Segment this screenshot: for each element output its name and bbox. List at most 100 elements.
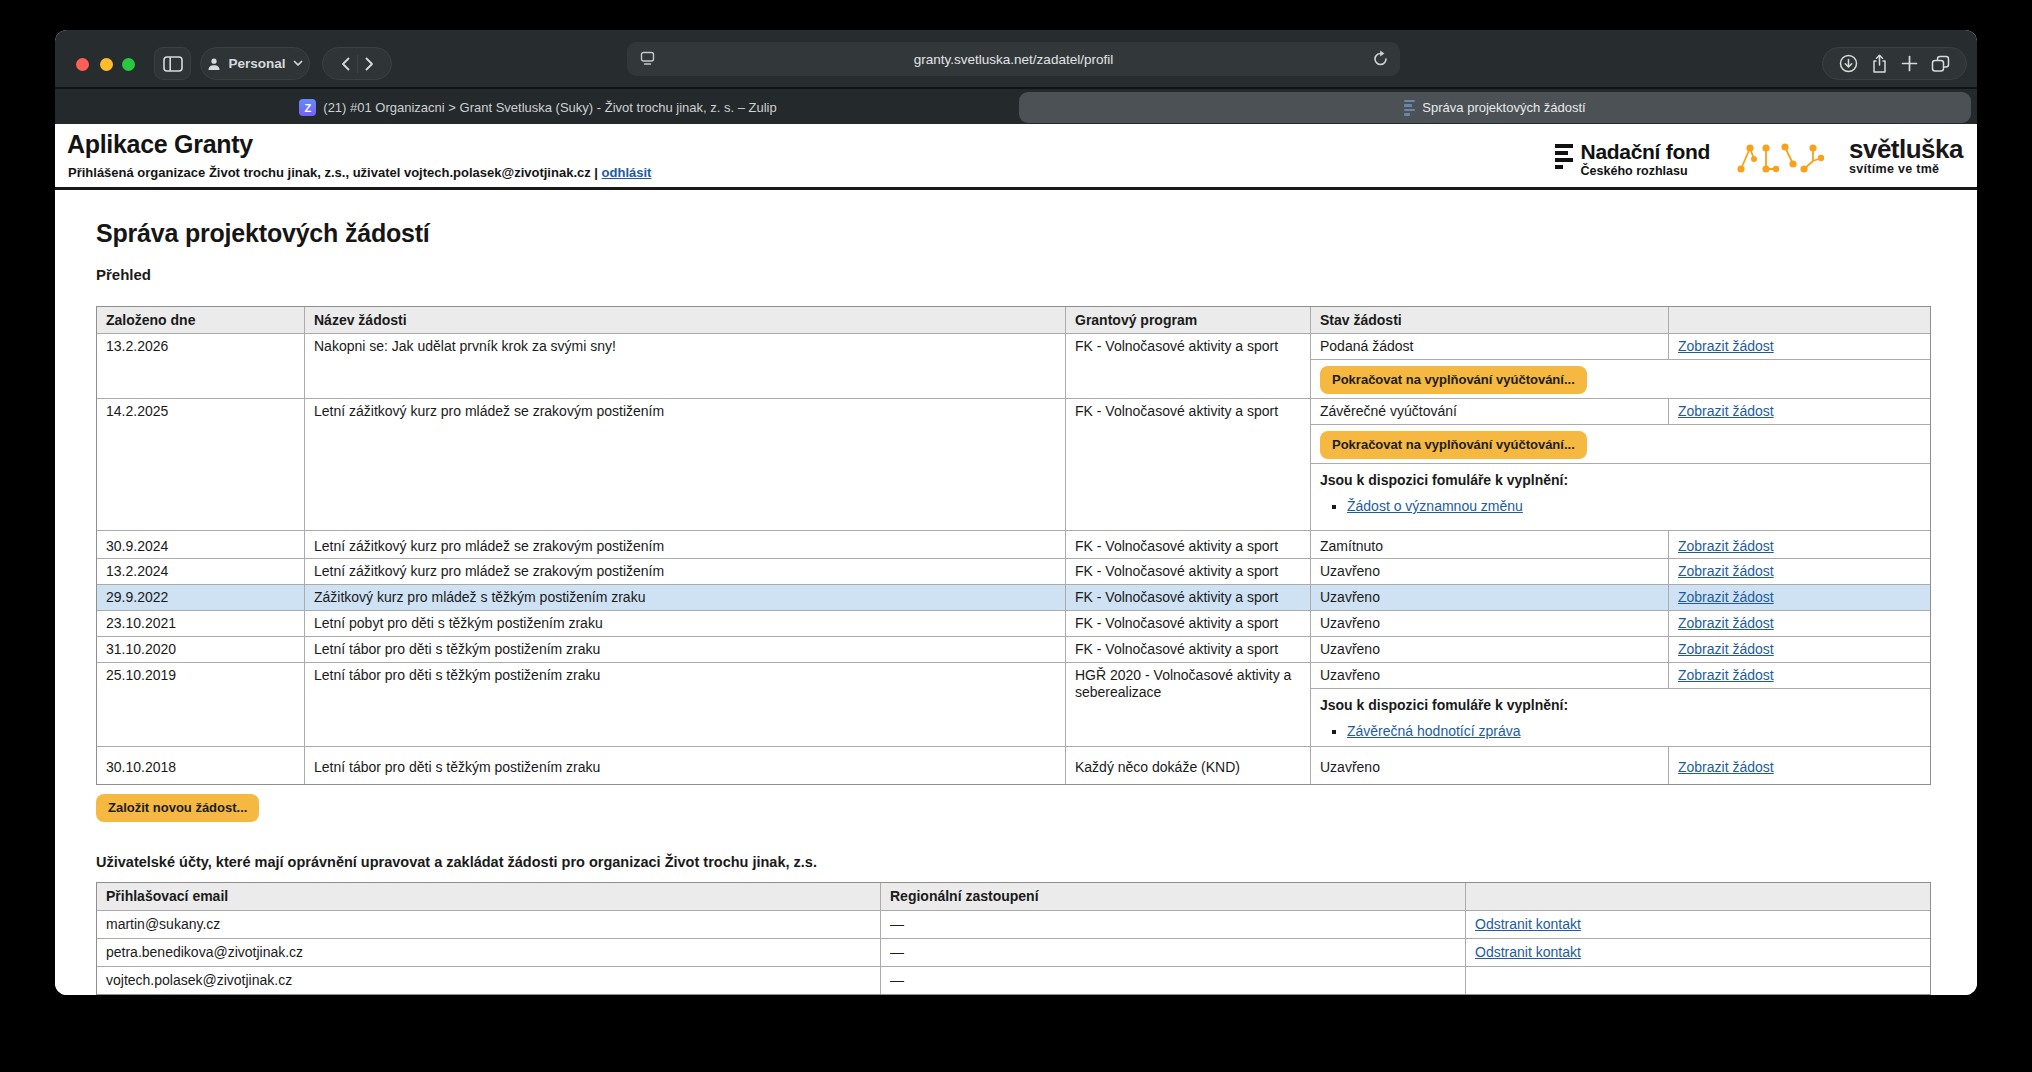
col-email: Přihlašovací email — [97, 883, 881, 910]
applications-table: Založeno dne Název žádosti Grantový prog… — [96, 306, 1931, 785]
accounts-heading: Uživatelské účty, které mají oprávnění u… — [96, 854, 1932, 870]
forms-available-label: Jsou k dispozici fomuláře k vyplnění: — [1320, 471, 1921, 489]
address-bar[interactable]: granty.svetluska.net/zadatel/profil — [627, 42, 1400, 76]
toolbar-right-buttons — [1822, 47, 1967, 80]
site-header: Aplikace Granty Přihlášená organizace Ži… — [55, 124, 1977, 190]
logout-link[interactable]: odhlásit — [602, 165, 652, 180]
page-settings-icon[interactable] — [640, 51, 655, 66]
new-application-button[interactable]: Založit novou žádost... — [96, 794, 259, 822]
share-icon[interactable] — [1871, 54, 1888, 74]
continue-billing-button[interactable]: Pokračovat na vyplňování vyúčtování... — [1320, 366, 1587, 394]
application-status: Uzavřeno — [1311, 585, 1669, 610]
col-region: Regionální zastoupení — [881, 883, 1466, 910]
view-application-link[interactable]: Zobrazit žádost — [1678, 538, 1774, 554]
view-application-link[interactable]: Zobrazit žádost — [1678, 759, 1774, 775]
application-name: Letní tábor pro děti s těžkým postižením… — [305, 747, 1066, 784]
view-application-link[interactable]: Zobrazit žádost — [1678, 615, 1774, 631]
form-link[interactable]: Žádost o významnou změnu — [1347, 498, 1523, 514]
account-region: — — [881, 939, 1466, 966]
account-actions-empty — [1466, 967, 1930, 994]
zoom-window-button[interactable] — [122, 58, 135, 71]
application-name: Letní zážitkový kurz pro mládež se zrako… — [305, 531, 1066, 558]
person-icon — [207, 57, 221, 71]
tab-bar: Z (21) #01 Organizacni > Grant Svetluska… — [55, 87, 1977, 124]
tab-overview-icon[interactable] — [1931, 55, 1950, 73]
application-name: Letní zážitkový kurz pro mládež se zrako… — [305, 559, 1066, 584]
account-email: petra.benedikova@zivotjinak.cz — [97, 939, 881, 966]
page-content: Aplikace Granty Přihlášená organizace Ži… — [55, 124, 1977, 995]
view-application-link[interactable]: Zobrazit žádost — [1678, 667, 1774, 683]
reload-icon[interactable] — [1372, 50, 1389, 68]
zulip-favicon: Z — [299, 99, 316, 116]
downloads-icon[interactable] — [1839, 54, 1858, 73]
col-name: Název žádosti — [305, 307, 1066, 333]
account-row: petra.benedikova@zivotjinak.cz — Odstran… — [97, 938, 1930, 966]
continue-billing-button[interactable]: Pokračovat na vyplňování vyúčtování... — [1320, 431, 1587, 459]
nadacni-fond-logo: Nadační fond Českého rozhlasu — [1555, 142, 1710, 178]
view-application-link[interactable]: Zobrazit žádost — [1678, 338, 1774, 354]
nf-title: Nadační fond — [1581, 142, 1710, 162]
application-name: Letní zážitkový kurz pro mládež se zrako… — [305, 399, 1066, 530]
sidebar-toggle-button[interactable] — [154, 47, 191, 80]
remove-contact-link[interactable]: Odstranit kontakt — [1475, 944, 1581, 960]
applications-table-header: Založeno dne Název žádosti Grantový prog… — [97, 307, 1930, 333]
col-actions — [1669, 307, 1930, 333]
header-logos: Nadační fond Českého rozhlasu — [1555, 137, 1963, 178]
browser-window: Personal granty.svetluska. — [55, 30, 1977, 995]
application-status: Uzavřeno — [1311, 747, 1669, 784]
profile-switcher[interactable]: Personal — [200, 47, 310, 80]
application-status: Uzavřeno — [1311, 637, 1669, 662]
view-application-link[interactable]: Zobrazit žádost — [1678, 589, 1774, 605]
tab-grants-app[interactable]: Správa projektových žádostí — [1019, 92, 1971, 123]
application-row: 13.2.2024 Letní zážitkový kurz pro mláde… — [97, 558, 1930, 584]
profile-label: Personal — [228, 56, 285, 71]
account-row: martin@sukany.cz — Odstranit kontakt — [97, 910, 1930, 938]
close-window-button[interactable] — [76, 58, 89, 71]
application-program: FK - Volnočasové aktivity a sport — [1066, 637, 1311, 662]
tab-zulip[interactable]: Z (21) #01 Organizacni > Grant Svetluska… — [59, 92, 1017, 123]
application-date: 23.10.2021 — [97, 611, 305, 636]
forward-icon[interactable] — [365, 57, 374, 71]
minimize-window-button[interactable] — [100, 58, 113, 71]
application-date: 13.2.2026 — [97, 334, 305, 398]
desktop-background: Personal granty.svetluska. — [0, 0, 2032, 1072]
application-date: 29.9.2022 — [97, 585, 305, 610]
url-text: granty.svetluska.net/zadatel/profil — [627, 52, 1400, 67]
application-status: Uzavřeno — [1311, 611, 1669, 636]
forms-available-label: Jsou k dispozici fomuláře k vyplnění: — [1320, 696, 1921, 714]
application-date: 30.9.2024 — [97, 531, 305, 558]
application-program: FK - Volnočasové aktivity a sport — [1066, 531, 1311, 558]
grants-favicon — [1404, 100, 1415, 116]
remove-contact-link[interactable]: Odstranit kontakt — [1475, 916, 1581, 932]
col-status: Stav žádosti — [1311, 307, 1669, 333]
application-program: FK - Volnočasové aktivity a sport — [1066, 399, 1311, 530]
nf-subtitle: Českého rozhlasu — [1581, 164, 1710, 178]
application-row-selected: 29.9.2022 Zážitkový kurz pro mládež s tě… — [97, 584, 1930, 610]
accounts-table-header: Přihlašovací email Regionální zastoupení — [97, 883, 1930, 910]
sidebar-icon — [163, 56, 183, 72]
view-application-link[interactable]: Zobrazit žádost — [1678, 403, 1774, 419]
sv-subtitle: svítíme ve tmě — [1849, 162, 1963, 176]
application-status: Závěrečné vyúčtování — [1311, 399, 1669, 424]
application-status: Uzavřeno — [1311, 663, 1669, 688]
view-application-link[interactable]: Zobrazit žádost — [1678, 641, 1774, 657]
svetluska-dots-icon — [1736, 139, 1832, 177]
application-program: FK - Volnočasové aktivity a sport — [1066, 611, 1311, 636]
overview-label: Přehled — [96, 266, 1932, 283]
application-row: 13.2.2026 Nakopni se: Jak udělat prvník … — [97, 333, 1930, 398]
new-tab-icon[interactable] — [1901, 55, 1918, 72]
application-date: 31.10.2020 — [97, 637, 305, 662]
application-date: 14.2.2025 — [97, 399, 305, 530]
application-status: Zamítnuto — [1311, 531, 1669, 558]
view-application-link[interactable]: Zobrazit žádost — [1678, 563, 1774, 579]
back-icon[interactable] — [341, 57, 350, 71]
main-content: Správa projektových žádostí Přehled Zalo… — [55, 219, 1977, 995]
page-title: Správa projektových žádostí — [96, 219, 1932, 248]
application-date: 30.10.2018 — [97, 747, 305, 784]
application-date: 25.10.2019 — [97, 663, 305, 746]
tab-grants-label: Správa projektových žádostí — [1422, 100, 1585, 115]
cesky-rozhlas-icon — [1555, 144, 1573, 169]
form-link[interactable]: Závěrečná hodnotící zpráva — [1347, 723, 1521, 739]
account-email: vojtech.polasek@zivotjinak.cz — [97, 967, 881, 994]
login-info-text: Přihlášená organizace Život trochu jinak… — [68, 165, 598, 180]
